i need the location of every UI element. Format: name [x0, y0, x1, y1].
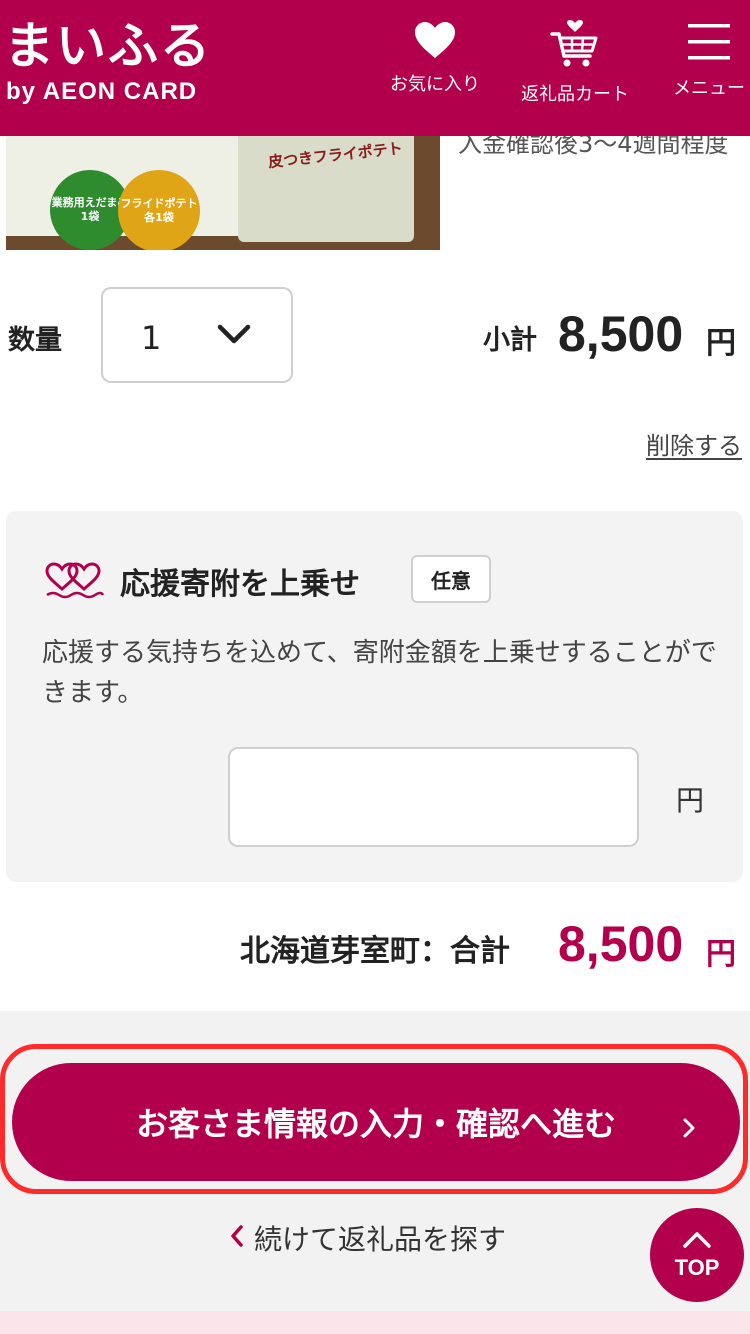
double-heart-icon	[44, 561, 106, 605]
total-value: 8,500	[558, 916, 684, 972]
heart-icon	[413, 20, 457, 60]
product-image: 皮つきフライポテト 業務用えだまめ1袋 フライドポテト各1袋	[6, 136, 440, 250]
extra-donation-panel: 応援寄附を上乗せ 任意 応援する気持ちを込めて、寄附金額を上乗せすることができま…	[6, 511, 743, 882]
back-to-top-button[interactable]: TOP	[650, 1208, 744, 1302]
total-unit: 円	[706, 937, 736, 972]
extra-amount-unit: 円	[676, 784, 705, 817]
cart-icon	[550, 20, 600, 70]
extra-donation-title: 応援寄附を上乗せ	[120, 567, 360, 602]
delete-link[interactable]: 削除する	[646, 426, 742, 461]
subtotal-label: 小計	[483, 325, 537, 356]
continue-shopping-link[interactable]: 続けて返礼品を探す	[230, 1218, 506, 1258]
quantity-value: 1	[141, 319, 162, 357]
extra-amount-input[interactable]	[228, 747, 639, 847]
subtotal-value: 8,500	[558, 306, 684, 362]
quantity-select[interactable]: 1	[101, 287, 293, 383]
cart-label: 返礼品カート	[521, 84, 629, 105]
extra-donation-description: 応援する気持ちを込めて、寄附金額を上乗せすることができます。	[42, 638, 717, 708]
hamburger-icon	[686, 20, 732, 64]
logo-title[interactable]: まいふる	[4, 18, 212, 74]
menu-button[interactable]: メニュー	[668, 20, 750, 116]
chevron-right-icon	[682, 1109, 696, 1147]
proceed-button-label: お客さま情報の入力・確認へ進む	[135, 1105, 616, 1143]
menu-label: メニュー	[673, 78, 745, 99]
favorites-button[interactable]: お気に入り	[385, 20, 485, 116]
quantity-label: 数量	[8, 325, 62, 356]
favorites-label: お気に入り	[390, 74, 480, 95]
cart-button[interactable]: 返礼品カート	[515, 20, 635, 116]
chevron-up-icon	[682, 1229, 712, 1255]
subtotal-unit: 円	[706, 326, 736, 361]
product-badge-fries: フライドポテト各1袋	[118, 170, 200, 250]
site-header: まいふる by AEON CARD お気に入り 返礼品カート メニュー	[0, 0, 750, 136]
proceed-to-customer-info-button[interactable]: お客さま情報の入力・確認へ進む	[12, 1063, 740, 1181]
footer-strip	[0, 1311, 750, 1334]
continue-shopping-label: 続けて返礼品を探す	[254, 1223, 507, 1256]
logo-subtitle[interactable]: by AEON CARD	[6, 78, 197, 106]
optional-badge: 任意	[411, 555, 491, 603]
chevron-left-icon	[230, 1222, 244, 1255]
chevron-down-icon	[217, 323, 251, 351]
total-label: 北海道芽室町：合計	[240, 934, 510, 969]
back-to-top-label: TOP	[674, 1255, 720, 1280]
